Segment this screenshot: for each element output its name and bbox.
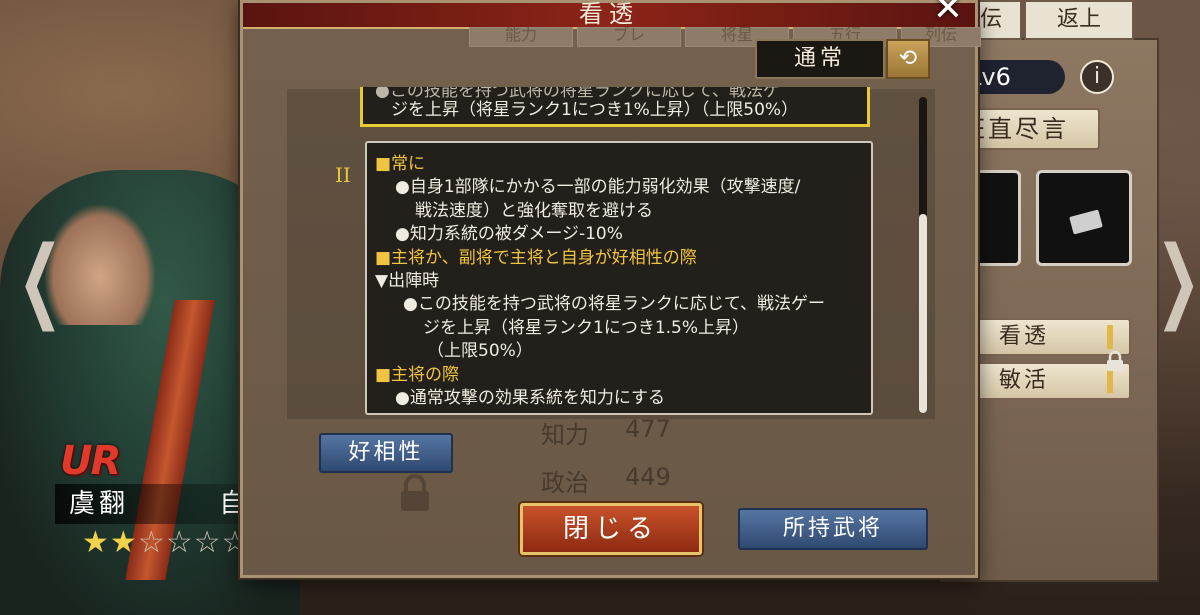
skill-effect-line: ●この技能を持つ武将の将星ランクに応じて、戦法ゲー	[403, 294, 825, 315]
refresh-toggle-icon[interactable]: ⟲	[886, 39, 930, 79]
mode-label: 通常	[755, 39, 885, 79]
ghost-stat-value: 449	[625, 463, 671, 491]
star-empty-icon: ☆	[137, 525, 166, 560]
owned-officers-button[interactable]: 所持武将	[738, 508, 928, 550]
star-filled-icon: ★	[109, 525, 138, 560]
equipment-slot-2[interactable]	[1036, 170, 1132, 266]
ghost-stat-label: 知力	[541, 421, 589, 449]
skill-card-previous: ●この技能を持つ武将の将星ランクに応じて、戦法ゲ ジを上昇（将星ランク1につき1…	[360, 87, 870, 127]
skill-level-marker	[1107, 369, 1113, 393]
skill-effect-line: ▼出陣時	[375, 271, 440, 292]
skill-card-line: ジを上昇（将星ランク1につき1%上昇）（上限50%）	[391, 100, 799, 120]
info-icon[interactable]: i	[1080, 60, 1114, 94]
skill-effect-line: ジを上昇（将星ランク1につき1.5%上昇）	[423, 317, 750, 338]
skill-effect-line: 戦法速度）と強化奪取を避ける	[415, 200, 653, 221]
skill-effect-line: ●通常攻撃の効果系統を知力にする	[395, 388, 666, 409]
close-button[interactable]: 閉じる	[520, 503, 702, 555]
skill-button-label: 看透	[999, 324, 1050, 349]
skill-effect-line: ●自身1部隊にかかる一部の能力弱化効果（攻撃速度/	[395, 177, 801, 198]
prev-officer-arrow-icon[interactable]: ❮	[18, 225, 63, 335]
officer-name-text: 虞翻	[69, 489, 130, 519]
skill-condition-heading: ■主将か、副将で主将と自身が好相性の際	[375, 247, 697, 268]
tab-return[interactable]: 返上	[1024, 0, 1134, 40]
officer-name: 虞翻 自	[55, 484, 250, 524]
star-empty-icon: ☆	[165, 525, 194, 560]
skill-tier-label: II	[335, 163, 351, 187]
rarity-badge: UR	[60, 438, 121, 484]
skill-condition-heading: ■主将の際	[375, 364, 460, 385]
faded-tab: 能力	[469, 27, 573, 47]
star-filled-icon: ★	[82, 525, 110, 560]
dialog-title: 看透	[579, 0, 639, 28]
skill-condition-heading: ■常に	[375, 154, 426, 174]
skill-effect-line: （上限50%）	[427, 341, 533, 362]
ghost-stat-value: 477	[625, 415, 671, 443]
skill-button-label: 敏活	[999, 368, 1050, 393]
dialog-titlebar: 看透 ✕	[243, 0, 975, 29]
next-officer-arrow-icon[interactable]: ❯	[1156, 225, 1200, 335]
scroll-item-icon	[1069, 209, 1103, 235]
ghost-lock-icon	[401, 474, 429, 511]
lock-icon	[1107, 350, 1123, 371]
skill-card-line: ●この技能を持つ武将の将星ランクに応じて、戦法ゲ	[375, 87, 780, 101]
close-icon[interactable]: ✕	[933, 0, 963, 27]
star-empty-icon: ☆	[193, 525, 222, 560]
affinity-button[interactable]: 好相性	[319, 433, 453, 473]
skill-card-tier-2: ■常に ●自身1部隊にかかる一部の能力弱化効果（攻撃速度/戦法速度）と強化奪取を避…	[365, 141, 873, 415]
skill-detail-dialog: 看透 ✕ 能力 ブレ 将星 五行 列伝 通常 ⟲ ●この技能を持つ武将の将星ラン…	[240, 0, 981, 578]
skill-effect-line: ●知力系統の被ダメージ-10%	[395, 224, 623, 245]
scrollbar-thumb[interactable]	[919, 214, 927, 413]
skill-level-marker	[1107, 325, 1113, 349]
skill-description-area[interactable]: ●この技能を持つ武将の将星ランクに応じて、戦法ゲ ジを上昇（将星ランク1につき1…	[287, 87, 935, 419]
ghost-stat-label: 政治	[541, 469, 589, 497]
scrollbar[interactable]	[919, 97, 927, 413]
faded-tab: ブレ	[577, 27, 681, 47]
